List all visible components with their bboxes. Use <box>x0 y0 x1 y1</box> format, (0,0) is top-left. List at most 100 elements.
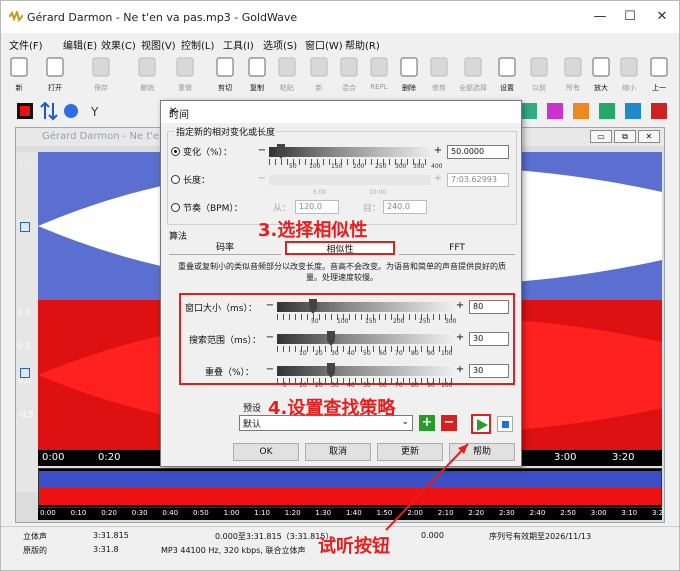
search-range-tick: 90 <box>427 350 435 357</box>
close-button[interactable]: ✕ <box>647 7 677 27</box>
dialog-close-icon[interactable]: ✕ <box>169 106 513 117</box>
menu-control[interactable]: 控制(L) <box>181 37 214 52</box>
change-value-field[interactable]: 50.0000 <box>447 145 509 159</box>
minimize-button[interactable]: — <box>585 7 615 27</box>
set-button[interactable]: 设置 <box>489 52 525 98</box>
search-range-field[interactable]: 30 <box>469 332 509 346</box>
overlap-minus-button[interactable]: − <box>265 364 275 378</box>
redo-button[interactable]: 重做 <box>167 52 203 98</box>
overview-ruler-tick: 0:50 <box>193 509 209 517</box>
toolbar-label: 设置 <box>500 84 514 92</box>
tempo-to-field[interactable]: 240.0 <box>383 200 427 214</box>
new-button[interactable]: 新 <box>1 52 37 98</box>
overlap-label: 重叠（%）： <box>205 368 255 378</box>
replace-icon <box>369 56 389 78</box>
zoom-out-icon <box>619 56 639 78</box>
search-range-tick: 100 <box>441 350 453 357</box>
previous-button[interactable]: 以前 <box>521 52 557 98</box>
trim-button[interactable]: 修剪 <box>421 52 457 98</box>
overlap-field[interactable]: 30 <box>469 364 509 378</box>
stop-icon <box>502 421 509 428</box>
right-channel-checkbox[interactable] <box>20 368 30 378</box>
cancel-button[interactable]: 取消 <box>305 443 371 461</box>
toolbar-label: 修剪 <box>432 84 446 92</box>
menu-tools[interactable]: 工具(I) <box>223 37 254 52</box>
change-tick: 100 <box>309 163 321 170</box>
paste-button[interactable]: 粘贴 <box>269 52 305 98</box>
tempo-radio[interactable] <box>171 203 180 212</box>
change-plus-button[interactable]: + <box>433 145 443 159</box>
change-slider[interactable]: − + <box>257 144 443 165</box>
status-selection: 0.000至3:31.815（3:31.815） <box>215 532 334 541</box>
cut-button[interactable]: 剪切 <box>207 52 243 98</box>
length-value-field[interactable]: 7:03.62993 <box>447 173 509 187</box>
menu-effects[interactable]: 效果(C) <box>101 37 136 52</box>
overlap-plus-button[interactable]: + <box>455 364 465 378</box>
overview-ruler: 0:00 0:10 0:20 0:30 0:40 0:50 1:00 1:10 1:20 1:30… <box>38 508 663 520</box>
preview-play-button[interactable] <box>471 414 491 434</box>
overview-ruler-tick: 0:20 <box>101 509 117 517</box>
overview-ruler-tick: 2:00 <box>407 509 423 517</box>
length-radio[interactable] <box>171 175 180 184</box>
search-range-tick: 30 <box>331 350 339 357</box>
tempo-from-label: 从： <box>273 204 292 214</box>
status-duration: 3:31.815 <box>93 531 129 540</box>
overlap-slider[interactable]: − + <box>265 363 465 384</box>
menu-file[interactable]: 文件(F) <box>9 37 43 52</box>
gutter-label: -0.5 <box>18 410 34 419</box>
overview-ruler-tick: 2:20 <box>468 509 485 517</box>
add-preset-button[interactable]: + <box>419 415 435 431</box>
change-label: 变化（%）： <box>183 148 233 158</box>
doc-close-button[interactable]: ✕ <box>638 130 660 143</box>
tab-fft[interactable]: FFT <box>399 241 515 255</box>
change-tick: 150 <box>331 163 343 170</box>
stop-button[interactable] <box>497 416 513 432</box>
search-range-plus-button[interactable]: + <box>455 332 465 346</box>
overlap-tick: 100 <box>441 382 453 389</box>
menu-edit[interactable]: 编辑(E) <box>63 37 97 52</box>
window-size-tick: 50 <box>311 318 319 325</box>
overview-ruler-tick: 2:30 <box>499 509 515 517</box>
tab-bitrate[interactable]: 码率 <box>169 241 281 255</box>
doc-minimize-button[interactable]: ▭ <box>590 130 612 143</box>
status-channel[interactable]: 立体声 <box>23 531 47 542</box>
window-size-slider[interactable]: − + <box>265 299 465 320</box>
overlap-tick: 70 <box>395 382 403 389</box>
preset-label: 预设 <box>243 404 262 414</box>
menu-options[interactable]: 选项(S) <box>263 37 297 52</box>
search-range-tick: 50 <box>363 350 371 357</box>
undo-button[interactable]: 撤销 <box>129 52 165 98</box>
menu-window[interactable]: 窗口(W) <box>305 37 343 52</box>
window-size-plus-button[interactable]: + <box>455 300 465 314</box>
tempo-from-field[interactable]: 120.0 <box>295 200 339 214</box>
window-size-tick: 100 <box>337 318 349 325</box>
zoom-all-icon <box>563 56 583 78</box>
toolbar-label: 保存 <box>94 84 108 92</box>
save-button[interactable]: 保存 <box>83 52 119 98</box>
window-size-tick: 200 <box>393 318 405 325</box>
doc-restore-button[interactable]: ⧉ <box>614 130 636 143</box>
menu-view[interactable]: 视图(V) <box>141 37 176 52</box>
help-button[interactable]: 帮助 <box>449 443 515 461</box>
remove-preset-button[interactable]: − <box>441 415 457 431</box>
window-title: Gérard Darmon - Ne t'en va pas.mp3 - Gol… <box>27 11 298 24</box>
search-range-minus-button[interactable]: − <box>265 332 275 346</box>
ok-button[interactable]: OK <box>233 443 299 461</box>
menu-help[interactable]: 帮助(R) <box>345 37 380 52</box>
change-radio[interactable] <box>171 147 180 156</box>
window-size-field[interactable]: 80 <box>469 300 509 314</box>
search-range-slider[interactable]: − + <box>265 331 465 352</box>
open-button[interactable]: 打开 <box>37 52 73 98</box>
maximize-button[interactable]: ☐ <box>615 7 645 27</box>
left-channel-checkbox[interactable] <box>20 222 30 232</box>
update-button[interactable]: 更新 <box>377 443 443 461</box>
search-range-tick: 40 <box>347 350 355 357</box>
select-all-button[interactable]: 全部选择 <box>455 52 491 98</box>
prev-button[interactable]: 上一 <box>641 52 677 98</box>
overview-ruler-tick: 1:30 <box>315 509 332 517</box>
svg-text:Y: Y <box>90 105 99 119</box>
window-size-minus-button[interactable]: − <box>265 300 275 314</box>
overview-waveform[interactable] <box>38 468 662 508</box>
tab-similarity[interactable]: 相似性 <box>285 241 395 255</box>
change-minus-button[interactable]: − <box>257 145 267 159</box>
